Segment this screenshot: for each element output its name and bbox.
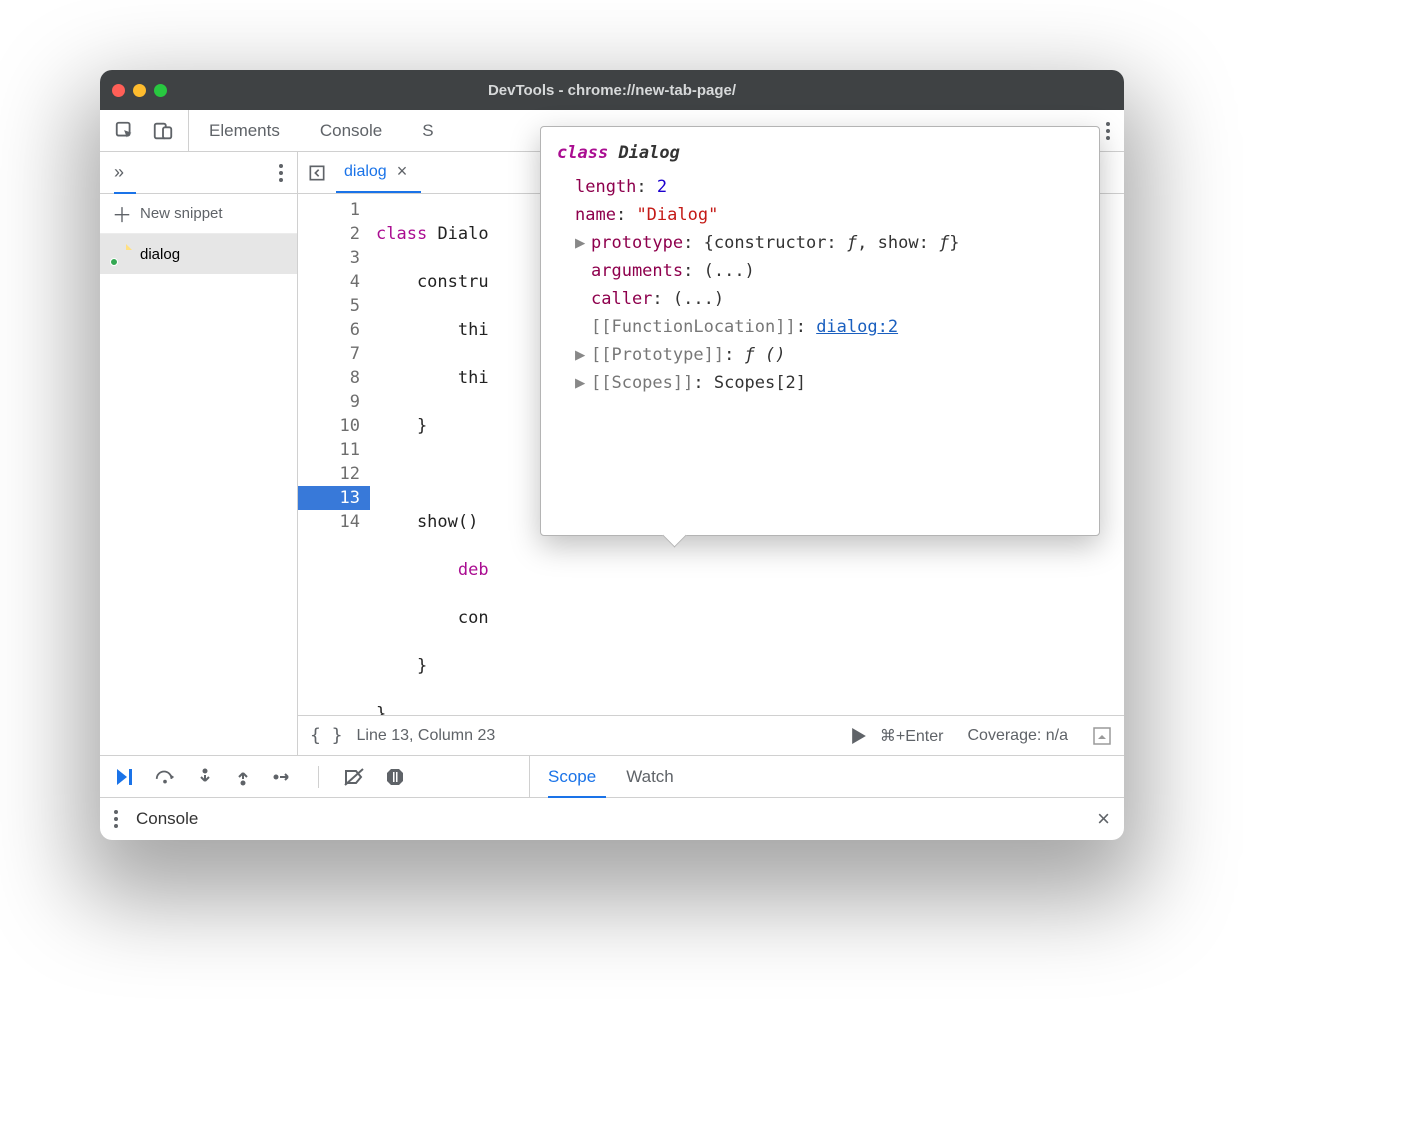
- step-icon[interactable]: [272, 767, 294, 787]
- expand-icon[interactable]: ▶: [575, 369, 585, 397]
- step-out-icon[interactable]: [234, 767, 252, 787]
- toolbar-separator: [318, 766, 319, 788]
- snippet-item-label: dialog: [140, 246, 180, 263]
- plus-icon: ＋: [112, 199, 132, 228]
- line-gutter: 1234567891011121314: [298, 194, 370, 715]
- devtools-window: DevTools - chrome://new-tab-page/ Elemen…: [100, 70, 1124, 840]
- editor-tab-label: dialog: [344, 163, 387, 181]
- popover-class-name: Dialog: [618, 143, 679, 163]
- zoom-window-button[interactable]: [154, 84, 167, 97]
- sidebar-overflow-icon[interactable]: »: [114, 162, 124, 183]
- tab-console-label: Console: [320, 121, 382, 141]
- console-kebab-icon[interactable]: [114, 810, 118, 828]
- traffic-lights: [112, 84, 167, 97]
- run-snippet-icon[interactable]: [852, 728, 866, 744]
- deactivate-breakpoints-icon[interactable]: [343, 767, 365, 787]
- popover-class-keyword: class: [557, 143, 608, 163]
- cursor-position: Line 13, Column 23: [357, 727, 496, 745]
- close-tab-icon[interactable]: ×: [397, 161, 408, 182]
- debugger-controls: [100, 756, 530, 797]
- coverage-label: Coverage: n/a: [967, 727, 1068, 745]
- snippet-file-icon: [112, 244, 130, 264]
- function-location-link[interactable]: dialog:2: [816, 317, 898, 337]
- step-into-icon[interactable]: [196, 767, 214, 787]
- tab-console[interactable]: Console: [300, 110, 402, 151]
- editor-status-bar: { } Line 13, Column 23 ⌘+Enter Coverage:…: [298, 715, 1124, 755]
- editor-tab-dialog[interactable]: dialog ×: [336, 152, 421, 193]
- popover-row-prototype[interactable]: ▶prototype: {constructor: ƒ, show: ƒ}: [575, 229, 1083, 257]
- device-toolbar-icon[interactable]: [152, 120, 174, 142]
- kebab-menu-icon[interactable]: [1106, 122, 1110, 140]
- console-drawer-label[interactable]: Console: [136, 809, 198, 829]
- debugger-keyword: deb: [458, 560, 489, 580]
- sidebar-kebab-icon[interactable]: [279, 164, 283, 182]
- resume-icon[interactable]: [114, 767, 134, 787]
- debugger-side-tabs: Scope Watch: [530, 756, 1124, 797]
- new-snippet-button[interactable]: ＋ New snippet: [100, 194, 297, 234]
- sidebar-tabs: »: [100, 152, 297, 194]
- minimize-window-button[interactable]: [133, 84, 146, 97]
- tab-sources[interactable]: S: [402, 110, 453, 151]
- window-title: DevTools - chrome://new-tab-page/: [100, 82, 1124, 99]
- object-preview-popover: class Dialog length: 2 name: "Dialog" ▶p…: [540, 126, 1100, 536]
- close-drawer-icon[interactable]: ×: [1097, 806, 1110, 832]
- tab-elements[interactable]: Elements: [189, 110, 300, 151]
- tab-elements-label: Elements: [209, 121, 280, 141]
- snippets-sidebar: » ＋ New snippet dialog: [100, 152, 298, 755]
- inspect-element-icon[interactable]: [114, 120, 136, 142]
- expand-icon[interactable]: ▶: [575, 229, 585, 257]
- close-window-button[interactable]: [112, 84, 125, 97]
- popover-row-scopes[interactable]: ▶[[Scopes]]: Scopes[2]: [575, 369, 1083, 397]
- popover-row-internal-prototype[interactable]: ▶[[Prototype]]: ƒ (): [575, 341, 1083, 369]
- tab-watch[interactable]: Watch: [626, 767, 674, 787]
- debugger-toolbar-row: Scope Watch: [100, 756, 1124, 798]
- titlebar: DevTools - chrome://new-tab-page/: [100, 70, 1124, 110]
- tab-sources-label: S: [422, 121, 433, 141]
- step-over-icon[interactable]: [154, 767, 176, 787]
- expand-icon[interactable]: ▶: [575, 341, 585, 369]
- tab-scope[interactable]: Scope: [548, 767, 596, 787]
- coverage-toggle-icon[interactable]: [1092, 726, 1112, 746]
- snippet-item-dialog[interactable]: dialog: [100, 234, 297, 274]
- run-shortcut-label: ⌘+Enter: [880, 726, 944, 746]
- new-snippet-label: New snippet: [140, 205, 223, 222]
- pretty-print-button[interactable]: { }: [310, 725, 343, 746]
- console-drawer: Console ×: [100, 798, 1124, 840]
- nav-back-icon[interactable]: [298, 163, 336, 183]
- pause-on-exceptions-icon[interactable]: [385, 767, 405, 787]
